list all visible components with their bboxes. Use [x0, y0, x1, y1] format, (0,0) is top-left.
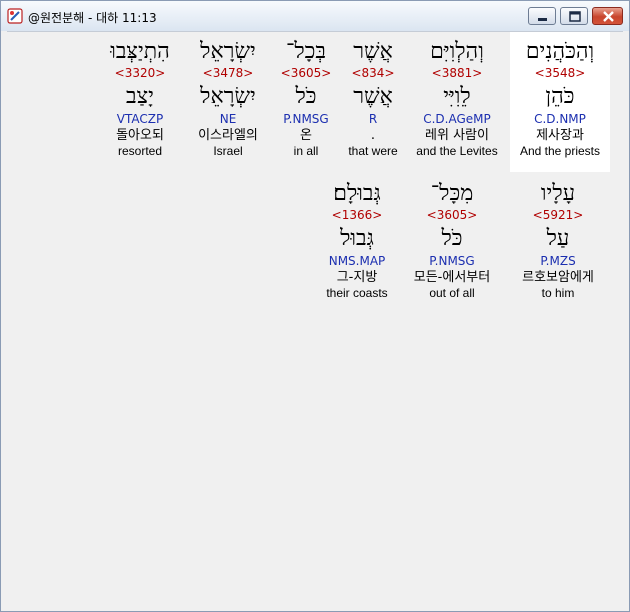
strong-number[interactable]: <3320>	[90, 65, 190, 81]
word-cell[interactable]: יִשְׂרָאֵל <3478> יִשְׂרָאֵל NE 이스라엘의 Is…	[178, 32, 278, 172]
maximize-button[interactable]	[560, 7, 588, 25]
close-icon	[603, 11, 614, 22]
korean-translation: 제사장과	[536, 128, 584, 143]
korean-translation: 모든-에서부터	[413, 270, 491, 285]
english-gloss: to him	[541, 286, 575, 300]
hebrew-word: עָלָיו	[540, 181, 576, 206]
hebrew-word: מִכָּל־	[430, 181, 474, 206]
word-cell[interactable]: גְּבוּלָם׃ <1366> גְּבוּל NMS.MAP 그-지방 t…	[307, 174, 407, 314]
korean-translation: 그-지방	[336, 270, 378, 285]
app-logo-icon	[7, 8, 23, 24]
minimize-icon	[538, 18, 547, 21]
strong-number[interactable]: <3605>	[402, 207, 502, 223]
parse-code: C.D.NMP	[534, 112, 586, 126]
maximize-icon	[569, 11, 581, 22]
lemma-word: יָצַב	[126, 84, 154, 109]
word-cell[interactable]: הִתְיַצְּבוּ <3320> יָצַב VTACZP 돌아오되 re…	[90, 32, 190, 172]
parse-code: VTACZP	[116, 112, 164, 126]
interlinear-panel: וְהַכֹּהֲנִים <3548> כֹּהֵן C.D.NMP 제사장과…	[7, 31, 623, 608]
english-gloss: resorted	[117, 144, 163, 158]
parse-code: P.MZS	[540, 254, 576, 268]
window-title: @원전분해 - 대하 11:13	[28, 11, 157, 25]
strong-number[interactable]: <5921>	[508, 207, 608, 223]
lemma-word: יִשְׂרָאֵל	[200, 84, 256, 109]
korean-translation: 돌아오되	[116, 128, 164, 143]
lemma-word: כֹּהֵן	[545, 84, 575, 109]
minimize-button[interactable]	[528, 7, 556, 25]
lemma-word: עַל	[546, 226, 570, 251]
strong-number[interactable]: <1366>	[307, 207, 407, 223]
word-cell[interactable]: מִכָּל־ <3605> כֹּל P.NMSG 모든-에서부터 out o…	[402, 174, 502, 314]
hebrew-word: גְּבוּלָם׃	[333, 181, 381, 206]
strong-number[interactable]: <3548>	[510, 65, 610, 81]
app-window: @원전분해 - 대하 11:13 וְהַכֹּהֲנִים <3548> כֹ…	[0, 0, 630, 612]
lemma-word: גְּבוּל	[340, 226, 374, 251]
parse-code: NE	[219, 112, 237, 126]
korean-translation: 이스라엘의	[198, 128, 258, 143]
title-bar[interactable]: @원전분해 - 대하 11:13	[1, 1, 629, 31]
strong-number[interactable]: <3478>	[178, 65, 278, 81]
parse-code: P.NMSG	[429, 254, 475, 268]
hebrew-word: יִשְׂרָאֵל	[200, 39, 256, 64]
english-gloss: Israel	[213, 144, 243, 158]
close-button[interactable]	[592, 7, 623, 25]
hebrew-word: וְהַכֹּהֲנִים	[525, 39, 595, 64]
english-gloss: And the priests	[519, 144, 601, 158]
parse-code: NMS.MAP	[328, 254, 386, 268]
word-cell[interactable]: עָלָיו <5921> עַל P.MZS 르호보암에게 to him	[508, 174, 608, 314]
english-gloss: out of all	[429, 286, 475, 300]
english-gloss: their coasts	[326, 286, 388, 300]
hebrew-word: הִתְיַצְּבוּ	[110, 39, 170, 64]
lemma-word: כֹּל	[441, 226, 463, 251]
korean-translation: 르호보암에게	[522, 270, 594, 285]
word-cell[interactable]: וְהַכֹּהֲנִים <3548> כֹּהֵן C.D.NMP 제사장과…	[510, 32, 610, 172]
